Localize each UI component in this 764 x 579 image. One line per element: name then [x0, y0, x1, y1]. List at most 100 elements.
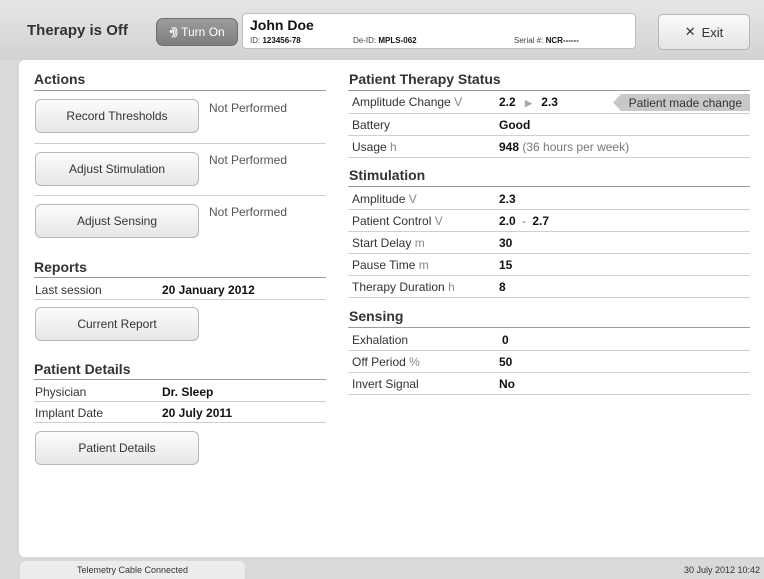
therapy-status-separator	[348, 157, 750, 158]
patient-details-divider	[34, 379, 326, 380]
off-period-unit: %	[409, 355, 420, 369]
therapy-status-separator	[348, 113, 750, 114]
therapy-status-title-section: Patient Therapy Status	[349, 71, 501, 87]
patient-details-title: Patient Details	[34, 361, 131, 377]
reports-divider	[34, 277, 326, 278]
amplitude-change-from: 2.2	[499, 95, 516, 109]
exhalation-value: 0	[502, 333, 509, 347]
start-delay-label: Start Delay m	[352, 236, 425, 250]
physician-value: Dr. Sleep	[162, 385, 214, 399]
stimulation-title: Stimulation	[349, 167, 426, 183]
therapy-status-divider	[348, 90, 750, 91]
therapy-duration-unit: h	[448, 280, 455, 294]
patient-serial-label: Serial #:	[514, 36, 544, 45]
pause-time-label: Pause Time m	[352, 258, 429, 272]
patient-name: John Doe	[250, 17, 314, 33]
turn-on-button[interactable]: •))) Turn On	[156, 18, 238, 46]
close-x-icon: ✕	[684, 24, 696, 39]
battery-value: Good	[499, 118, 531, 132]
patient-control-unit: V	[434, 214, 443, 228]
patient-details-separator	[34, 401, 326, 402]
sensing-title: Sensing	[349, 308, 404, 324]
sensing-divider	[348, 327, 750, 328]
actions-title: Actions	[34, 71, 86, 87]
exit-label: Exit	[701, 24, 724, 40]
record-thresholds-status: Not Performed	[209, 101, 288, 115]
actions-separator	[34, 143, 326, 144]
start-delay-label-text: Start Delay	[352, 236, 412, 250]
signal-waves-icon: •)))	[169, 26, 178, 38]
start-delay-value: 30	[499, 236, 513, 250]
usage-unit: h	[390, 140, 397, 154]
patient-control-sep: -	[522, 214, 527, 228]
start-delay-unit: m	[414, 236, 425, 250]
status-datetime: 30 July 2012 10:42	[683, 565, 760, 575]
amplitude-change-value: 2.2 ▶ 2.3	[499, 95, 558, 109]
patient-control-max: 2.7	[532, 214, 550, 228]
stimulation-separator	[348, 253, 750, 254]
usage-label: Usage h	[352, 140, 397, 154]
physician-label: Physician	[35, 385, 87, 399]
amplitude-change-unit: V	[454, 95, 463, 109]
pause-time-value: 15	[499, 258, 513, 272]
implant-date-label: Implant Date	[35, 406, 104, 420]
patient-control-label-text: Patient Control	[352, 214, 432, 228]
patient-id-value: 123456-78	[262, 36, 301, 45]
stimulation-separator	[348, 231, 750, 232]
patient-control-label: Patient Control V	[352, 214, 443, 228]
adjust-sensing-status: Not Performed	[209, 205, 288, 219]
patient-control-min: 2.0	[499, 214, 516, 228]
off-period-label-text: Off Period	[352, 355, 406, 369]
pause-time-label-text: Pause Time	[352, 258, 416, 272]
actions-separator	[34, 195, 326, 196]
record-thresholds-button[interactable]: Record Thresholds	[35, 99, 199, 133]
amplitude-change-to: 2.3	[541, 95, 558, 109]
adjust-sensing-button[interactable]: Adjust Sensing	[35, 204, 199, 238]
patient-deid: De-ID: MPLS-062	[353, 36, 417, 45]
stimulation-separator	[348, 275, 750, 276]
patient-deid-label: De-ID:	[353, 36, 377, 45]
current-report-button[interactable]: Current Report	[35, 307, 199, 341]
sensing-separator	[348, 394, 750, 395]
usage-label-text: Usage	[352, 140, 387, 154]
therapy-duration-label-text: Therapy Duration	[352, 280, 445, 294]
stimulation-divider	[348, 186, 750, 187]
implant-date-value: 20 July 2011	[162, 406, 233, 420]
patient-details-separator	[34, 422, 326, 423]
usage-value: 948 (36 hours per week)	[499, 140, 629, 154]
battery-label: Battery	[352, 118, 391, 132]
amplitude-change-label: Amplitude Change V	[352, 95, 462, 109]
therapy-duration-label: Therapy Duration h	[352, 280, 455, 294]
amplitude-label: Amplitude V	[352, 192, 417, 206]
sensing-separator	[348, 372, 750, 373]
amplitude-unit: V	[408, 192, 417, 206]
invert-signal-label: Invert Signal	[352, 377, 419, 391]
right-triangle-arrow-icon: ▶	[525, 98, 532, 108]
therapy-duration-value: 8	[499, 280, 506, 294]
patient-details-button[interactable]: Patient Details	[35, 431, 199, 465]
usage-note: (36 hours per week)	[522, 140, 630, 154]
telemetry-status: Telemetry Cable Connected	[20, 561, 245, 579]
reports-separator	[34, 299, 326, 300]
patient-change-tag: Patient made change	[613, 94, 750, 111]
patient-serial-value: NCR------	[545, 36, 579, 45]
adjust-stimulation-button[interactable]: Adjust Stimulation	[35, 152, 199, 186]
stimulation-separator	[348, 209, 750, 210]
therapy-status-title: Therapy is Off	[27, 22, 128, 39]
pause-time-unit: m	[418, 258, 429, 272]
exit-button[interactable]: ✕ Exit	[658, 14, 750, 50]
reports-title: Reports	[34, 259, 87, 275]
patient-deid-value: MPLS-062	[378, 36, 417, 45]
exhalation-label: Exhalation	[352, 333, 409, 347]
stimulation-separator	[348, 297, 750, 298]
last-session-value: 20 January 2012	[162, 283, 255, 297]
patient-serial: Serial #: NCR------	[514, 36, 579, 45]
off-period-value: 50	[499, 355, 513, 369]
patient-id: ID: 123456-78	[250, 36, 301, 45]
therapy-status-separator	[348, 135, 750, 136]
last-session-label: Last session	[35, 283, 102, 297]
sensing-separator	[348, 350, 750, 351]
off-period-label: Off Period %	[352, 355, 420, 369]
usage-value-number: 948	[499, 140, 520, 154]
amplitude-value: 2.3	[499, 192, 516, 206]
